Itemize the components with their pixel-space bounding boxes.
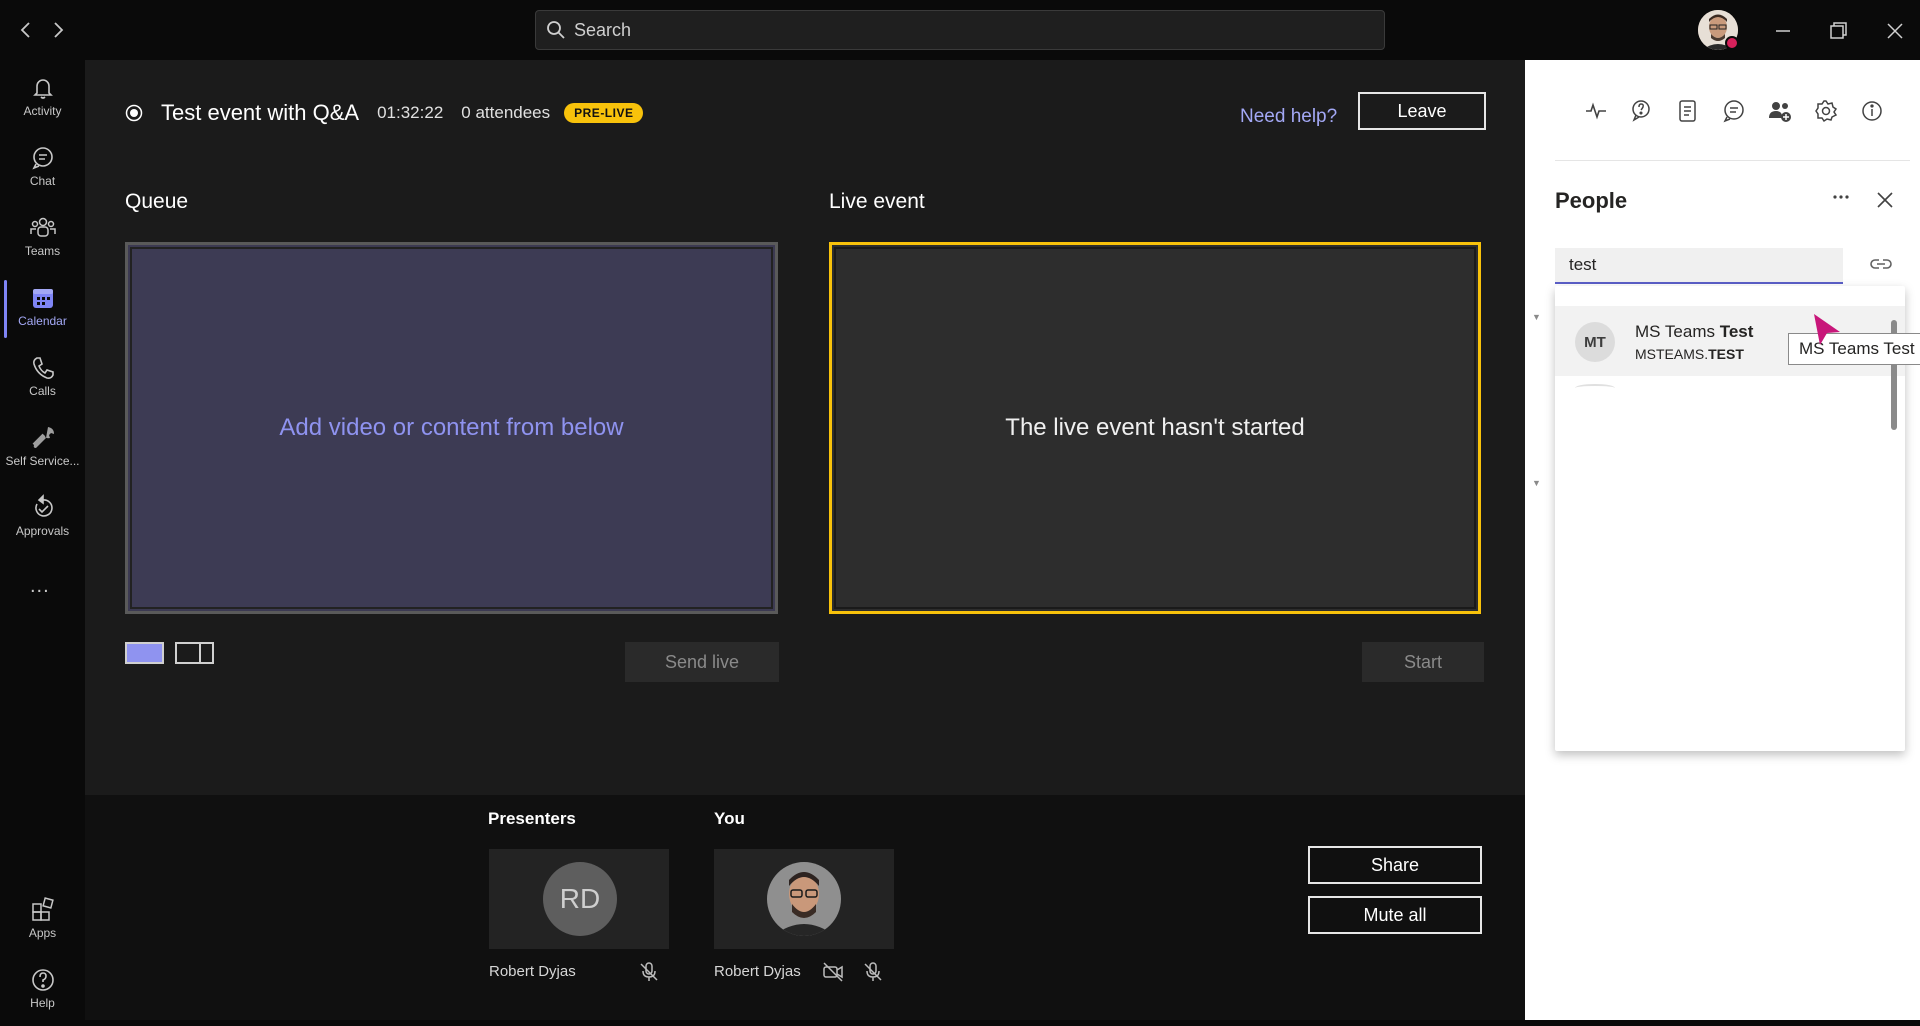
rail-label: Approvals [15, 524, 70, 538]
copy-link-icon[interactable] [1870, 256, 1892, 272]
partially-hidden-avatar [1575, 384, 1615, 392]
live-event-heading: Live event [829, 190, 925, 213]
chevron-down-icon[interactable]: ▼ [1532, 478, 1541, 488]
mute-all-button[interactable]: Mute all [1308, 896, 1482, 934]
rail-item-activity[interactable]: Activity [0, 68, 85, 134]
people-panel-title: People [1555, 188, 1628, 213]
rail-label: Chat [29, 174, 56, 188]
phone-icon [29, 354, 57, 382]
result-name-match: Test [1719, 322, 1754, 341]
presenter-avatar: RD [543, 862, 617, 936]
more-apps-button[interactable]: ... [30, 575, 50, 598]
people-search-input[interactable] [1555, 248, 1843, 284]
chat-icon [29, 144, 57, 172]
camera-off-icon[interactable] [822, 961, 844, 983]
result-name: MS Teams Test [1635, 322, 1753, 342]
rail-item-calendar[interactable]: Calendar [0, 278, 85, 344]
rail-item-chat[interactable]: Chat [0, 138, 85, 204]
maximize-icon[interactable] [1825, 18, 1851, 44]
send-live-button[interactable]: Send live [625, 642, 779, 682]
side-by-side-layout-button[interactable] [175, 642, 214, 664]
panel-divider [1555, 160, 1910, 161]
result-name-plain: MS Teams [1635, 322, 1720, 341]
rail-label: Calendar [18, 314, 67, 328]
start-button[interactable]: Start [1362, 642, 1484, 682]
search-box[interactable] [535, 10, 1385, 50]
event-timer: 01:32:22 [377, 103, 444, 122]
single-layout-button[interactable] [125, 642, 164, 664]
mic-off-icon[interactable] [638, 961, 660, 983]
rail-item-calls[interactable]: Calls [0, 348, 85, 414]
share-button[interactable]: Share [1308, 846, 1482, 884]
meeting-chat-icon[interactable] [1721, 98, 1747, 124]
presenter-tile[interactable]: RD [489, 849, 669, 949]
live-status-radio-icon [125, 104, 143, 122]
status-busy-indicator [1725, 36, 1739, 50]
name-tooltip: MS Teams Test [1788, 333, 1920, 365]
close-window-icon[interactable] [1882, 18, 1908, 44]
status-badge: PRE-LIVE [564, 103, 644, 123]
app-rail: Activity Chat Teams Calendar Calls Self … [0, 60, 85, 1020]
rail-item-help[interactable]: Help [0, 960, 85, 1026]
live-status-message: The live event hasn't started [1005, 414, 1305, 441]
event-header: Test event with Q&A 01:32:22 0 attendees… [125, 97, 644, 129]
wrench-icon [29, 424, 57, 452]
rail-label: Help [30, 996, 55, 1010]
rail-item-teams[interactable]: Teams [0, 208, 85, 274]
apps-icon [29, 896, 57, 924]
queue-heading: Queue [125, 190, 189, 213]
more-options-button[interactable] [1830, 186, 1852, 208]
notes-icon[interactable] [1675, 98, 1701, 124]
back-arrow-icon[interactable] [14, 18, 38, 42]
rail-label: Calls [29, 384, 56, 398]
you-tile[interactable] [714, 849, 894, 949]
presenter-name: Robert Dyjas [489, 963, 576, 980]
forward-arrow-icon[interactable] [46, 18, 70, 42]
rail-label: Self Service... [5, 454, 80, 468]
approvals-icon [29, 494, 57, 522]
mouse-cursor-icon [1812, 312, 1842, 346]
people-add-icon[interactable] [1767, 98, 1793, 124]
mic-off-icon[interactable] [862, 961, 884, 983]
chevron-down-icon[interactable]: ▼ [1532, 312, 1541, 322]
you-heading: You [714, 809, 745, 828]
queue-placeholder-text: Add video or content from below [279, 414, 624, 441]
you-avatar [767, 862, 841, 936]
info-icon[interactable] [1859, 98, 1885, 124]
result-email-match: TEST [1708, 346, 1744, 362]
presenters-heading: Presenters [488, 809, 576, 828]
rail-label: Apps [28, 926, 57, 940]
rail-label: Teams [24, 244, 61, 258]
queue-preview[interactable]: Add video or content from below [125, 242, 778, 614]
result-avatar: MT [1575, 322, 1615, 362]
calendar-icon [29, 284, 57, 312]
title-bar [0, 0, 1920, 60]
teams-icon [29, 214, 57, 242]
search-input[interactable] [574, 17, 1364, 43]
minimize-icon[interactable] [1770, 18, 1796, 44]
event-title: Test event with Q&A [161, 100, 360, 125]
health-activity-icon[interactable] [1583, 98, 1609, 124]
you-name: Robert Dyjas [714, 963, 801, 980]
rail-item-self-service[interactable]: Self Service... [0, 418, 85, 484]
live-event-preview: The live event hasn't started [829, 242, 1481, 614]
help-icon [29, 966, 57, 994]
rail-item-apps[interactable]: Apps [0, 890, 85, 956]
attendee-count: 0 attendees [461, 103, 551, 122]
qna-icon[interactable] [1629, 98, 1655, 124]
result-email-plain: MSTEAMS. [1635, 346, 1709, 362]
people-panel: People MT MS Teams Test MSTEAMS.TEST [1525, 60, 1920, 1020]
search-icon [546, 20, 566, 40]
result-email: MSTEAMS.TEST [1635, 346, 1744, 362]
bell-icon [29, 74, 57, 102]
settings-gear-icon[interactable] [1813, 98, 1839, 124]
rail-label: Activity [23, 104, 62, 118]
leave-button[interactable]: Leave [1358, 92, 1486, 130]
rail-item-approvals[interactable]: Approvals [0, 488, 85, 554]
need-help-link[interactable]: Need help? [1240, 106, 1337, 128]
close-panel-icon[interactable] [1875, 190, 1895, 210]
